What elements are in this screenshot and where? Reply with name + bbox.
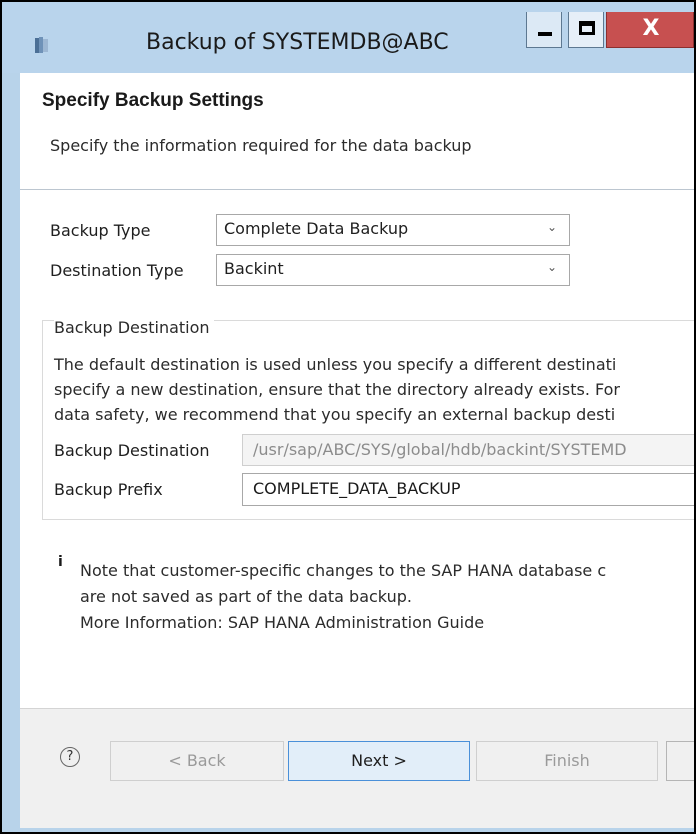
window-title: Backup of SYSTEMDB@ABC — [146, 30, 449, 55]
backup-prefix-label: Backup Prefix — [54, 480, 163, 499]
backup-destination-group-title: Backup Destination — [54, 318, 214, 337]
cancel-button[interactable] — [666, 741, 694, 781]
note-line: Note that customer-specific changes to t… — [80, 561, 607, 580]
backup-destination-description: The default destination is used unless y… — [54, 352, 694, 427]
maximize-icon — [579, 21, 595, 35]
backup-prefix-value: COMPLETE_DATA_BACKUP — [253, 479, 461, 498]
wizard-footer: ? < Back Next > Finish — [20, 708, 694, 828]
backup-type-label: Backup Type — [50, 221, 151, 240]
app-icon — [35, 37, 48, 53]
wizard-header: Specify Backup Settings Specify the info… — [20, 73, 694, 190]
chevron-down-icon: ⌄ — [546, 260, 557, 274]
page-description: Specify the information required for the… — [50, 136, 472, 155]
destination-type-select[interactable]: Backint ⌄ — [216, 254, 570, 286]
back-button[interactable]: < Back — [110, 741, 284, 781]
backup-type-value: Complete Data Backup — [224, 219, 409, 238]
backup-destination-value: /usr/sap/ABC/SYS/global/hdb/backint/SYST… — [253, 440, 627, 459]
note-text: Note that customer-specific changes to t… — [80, 558, 606, 636]
info-icon: i — [58, 554, 63, 570]
title-bar[interactable]: Backup of SYSTEMDB@ABC X — [2, 2, 694, 73]
description-line: specify a new destination, ensure that t… — [54, 380, 620, 399]
backup-prefix-input[interactable]: COMPLETE_DATA_BACKUP — [242, 473, 694, 506]
note-line: More Information: SAP HANA Administratio… — [80, 613, 485, 632]
description-line: The default destination is used unless y… — [54, 355, 617, 374]
destination-type-label: Destination Type — [50, 261, 184, 280]
backup-destination-field: /usr/sap/ABC/SYS/global/hdb/backint/SYST… — [242, 434, 694, 466]
backup-destination-label: Backup Destination — [54, 441, 210, 460]
destination-type-value: Backint — [224, 259, 284, 278]
note-line: are not saved as part of the data backup… — [80, 587, 412, 606]
finish-button[interactable]: Finish — [476, 741, 658, 781]
next-button[interactable]: Next > — [288, 741, 470, 781]
close-button[interactable]: X — [606, 12, 694, 48]
page-title: Specify Backup Settings — [42, 90, 264, 111]
dialog-window: Backup of SYSTEMDB@ABC X Specify Backup … — [0, 0, 696, 834]
close-icon: X — [642, 16, 660, 41]
minimize-button[interactable] — [526, 12, 562, 48]
minimize-icon — [538, 32, 552, 36]
dialog-content: Specify Backup Settings Specify the info… — [20, 73, 694, 828]
maximize-button[interactable] — [568, 12, 604, 48]
wizard-body: Backup Type Complete Data Backup ⌄ Desti… — [20, 190, 694, 828]
backup-type-select[interactable]: Complete Data Backup ⌄ — [216, 214, 570, 246]
chevron-down-icon: ⌄ — [546, 220, 557, 234]
description-line: data safety, we recommend that you speci… — [54, 405, 616, 424]
help-icon[interactable]: ? — [60, 747, 80, 767]
